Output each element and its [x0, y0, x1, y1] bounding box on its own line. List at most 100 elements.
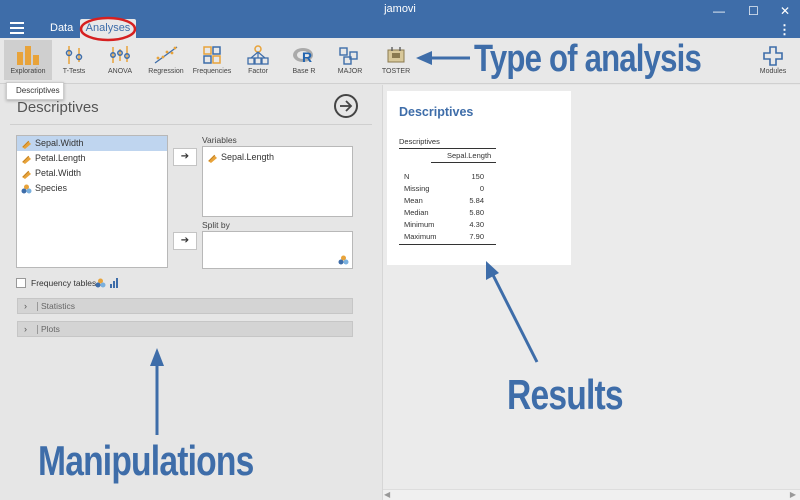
ribbon-label: Base R: [292, 68, 316, 75]
table-row-label: N: [404, 172, 410, 181]
ribbon-label: Regression: [148, 68, 184, 75]
table-row-label: Maximum: [404, 232, 437, 241]
variable-name: Species: [35, 183, 68, 193]
section-label: Statistics: [41, 301, 76, 311]
table-cell: 150: [471, 172, 484, 181]
table-rule: [431, 162, 496, 163]
kebab-menu-icon[interactable]: ⋮: [778, 22, 791, 38]
annotation-type-of-analysis: Type of analysis: [474, 38, 702, 80]
annotation-results: Results: [507, 371, 624, 418]
list-item[interactable]: Species: [17, 181, 167, 196]
factor-icon: [247, 45, 269, 65]
ribbon-factor[interactable]: Factor: [234, 40, 282, 80]
move-to-variables-button[interactable]: ➔: [173, 148, 197, 166]
modules-icon: [763, 46, 783, 66]
table-row-label: Missing: [404, 184, 430, 193]
window-title: jamovi: [384, 3, 416, 15]
ribbon-label: MAJOR: [337, 68, 363, 75]
maximize-button[interactable]: ☐: [748, 4, 759, 18]
hamburger-menu-icon[interactable]: [10, 22, 24, 34]
ribbon-modules[interactable]: Modules: [749, 40, 797, 80]
table-row-label: Mean: [404, 196, 423, 205]
split-by-target-list[interactable]: [202, 231, 353, 269]
ribbon-base-r[interactable]: R Base R: [280, 40, 328, 80]
split-by-label: Split by: [202, 220, 230, 230]
move-to-split-by-button[interactable]: ➔: [173, 232, 197, 250]
variable-name: Petal.Length: [35, 153, 86, 163]
ribbon-regression[interactable]: Regression: [142, 40, 190, 80]
list-item[interactable]: Sepal.Width: [17, 136, 167, 151]
table-cell: 5.80: [469, 208, 484, 217]
list-item[interactable]: Sepal.Length: [203, 150, 352, 165]
nominal-variable-icon: [338, 255, 349, 265]
tab-data[interactable]: Data: [50, 22, 73, 34]
table-cell: 7.90: [469, 232, 484, 241]
regression-icon: [154, 46, 178, 64]
tab-analyses[interactable]: Analyses: [80, 19, 136, 38]
major-icon: [339, 47, 358, 65]
list-item[interactable]: Petal.Width: [17, 166, 167, 181]
continuous-variable-icon: [208, 154, 217, 163]
ribbon-label: Exploration: [10, 68, 46, 75]
variable-name: Sepal.Length: [221, 152, 275, 162]
continuous-variable-icon: [22, 170, 31, 179]
divider: [37, 325, 38, 334]
exploration-icon: [17, 46, 39, 65]
divider: [37, 302, 38, 311]
collapse-arrow-button[interactable]: [334, 94, 358, 118]
ribbon-exploration[interactable]: Exploration: [4, 40, 52, 80]
ribbon-frequencies[interactable]: Frequencies: [188, 40, 236, 80]
close-button[interactable]: ✕: [780, 4, 790, 18]
analysis-menu-item-descriptives[interactable]: Descriptives: [6, 82, 64, 100]
ordinal-variable-icon: [110, 278, 118, 288]
nominal-variable-icon: [21, 184, 32, 194]
arrow-right-icon: [340, 100, 353, 112]
variables-label: Variables: [202, 135, 237, 145]
table-cell: 4.30: [469, 220, 484, 229]
minimize-button[interactable]: —: [713, 4, 725, 18]
ribbon-label: Modules: [759, 68, 787, 75]
table-column-header: Sepal.Length: [447, 151, 492, 160]
nominal-variable-icon: [95, 278, 106, 288]
ribbon-t-tests[interactable]: T-Tests: [50, 40, 98, 80]
ribbon-label: T-Tests: [62, 68, 86, 75]
section-label: Plots: [41, 324, 60, 334]
frequency-tables-label: Frequency tables: [31, 278, 97, 288]
title-bar: jamovi Data Analyses — ☐ ✕ ⋮: [0, 0, 800, 38]
ribbon-major[interactable]: MAJOR: [326, 40, 374, 80]
variables-target-list[interactable]: Sepal.Length: [202, 146, 353, 217]
list-item[interactable]: Petal.Length: [17, 151, 167, 166]
ttests-icon: [65, 46, 83, 64]
continuous-variable-icon: [22, 140, 31, 149]
table-cell: 5.84: [469, 196, 484, 205]
frequencies-icon: [203, 46, 221, 64]
variable-list[interactable]: Sepal.Width Petal.Length Petal.Width Spe…: [16, 135, 168, 268]
svg-text:R: R: [302, 49, 312, 65]
variable-name: Petal.Width: [35, 168, 82, 178]
statistics-section[interactable]: › Statistics: [17, 298, 353, 314]
chevron-right-icon: ›: [24, 301, 27, 311]
scroll-left-icon[interactable]: ◀: [384, 490, 390, 499]
ribbon-anova[interactable]: ANOVA: [96, 40, 144, 80]
results-card: Descriptives Descriptives Sepal.Length N…: [387, 91, 571, 265]
horizontal-scrollbar[interactable]: ◀ ▶: [383, 489, 800, 500]
panel-title: Descriptives: [17, 99, 99, 116]
results-title: Descriptives: [399, 105, 474, 119]
table-row-label: Minimum: [404, 220, 435, 229]
continuous-variable-icon: [22, 155, 31, 164]
ribbon-label: Frequencies: [192, 68, 232, 75]
table-cell: 0: [479, 184, 484, 193]
panel-divider[interactable]: [372, 85, 382, 500]
table-rule: [399, 148, 496, 149]
annotation-manipulations: Manipulations: [38, 437, 254, 484]
variable-name: Sepal.Width: [35, 138, 84, 148]
divider: [10, 124, 372, 125]
scroll-right-icon[interactable]: ▶: [790, 490, 796, 499]
ribbon-toster[interactable]: TOSTER: [372, 40, 420, 80]
ribbon-label: Factor: [248, 68, 268, 75]
plots-section[interactable]: › Plots: [17, 321, 353, 337]
frequency-tables-checkbox[interactable]: [16, 278, 26, 288]
ribbon-label: TOSTER: [381, 68, 411, 75]
results-panel: Descriptives Descriptives Sepal.Length N…: [382, 85, 800, 500]
table-row-label: Median: [404, 208, 429, 217]
